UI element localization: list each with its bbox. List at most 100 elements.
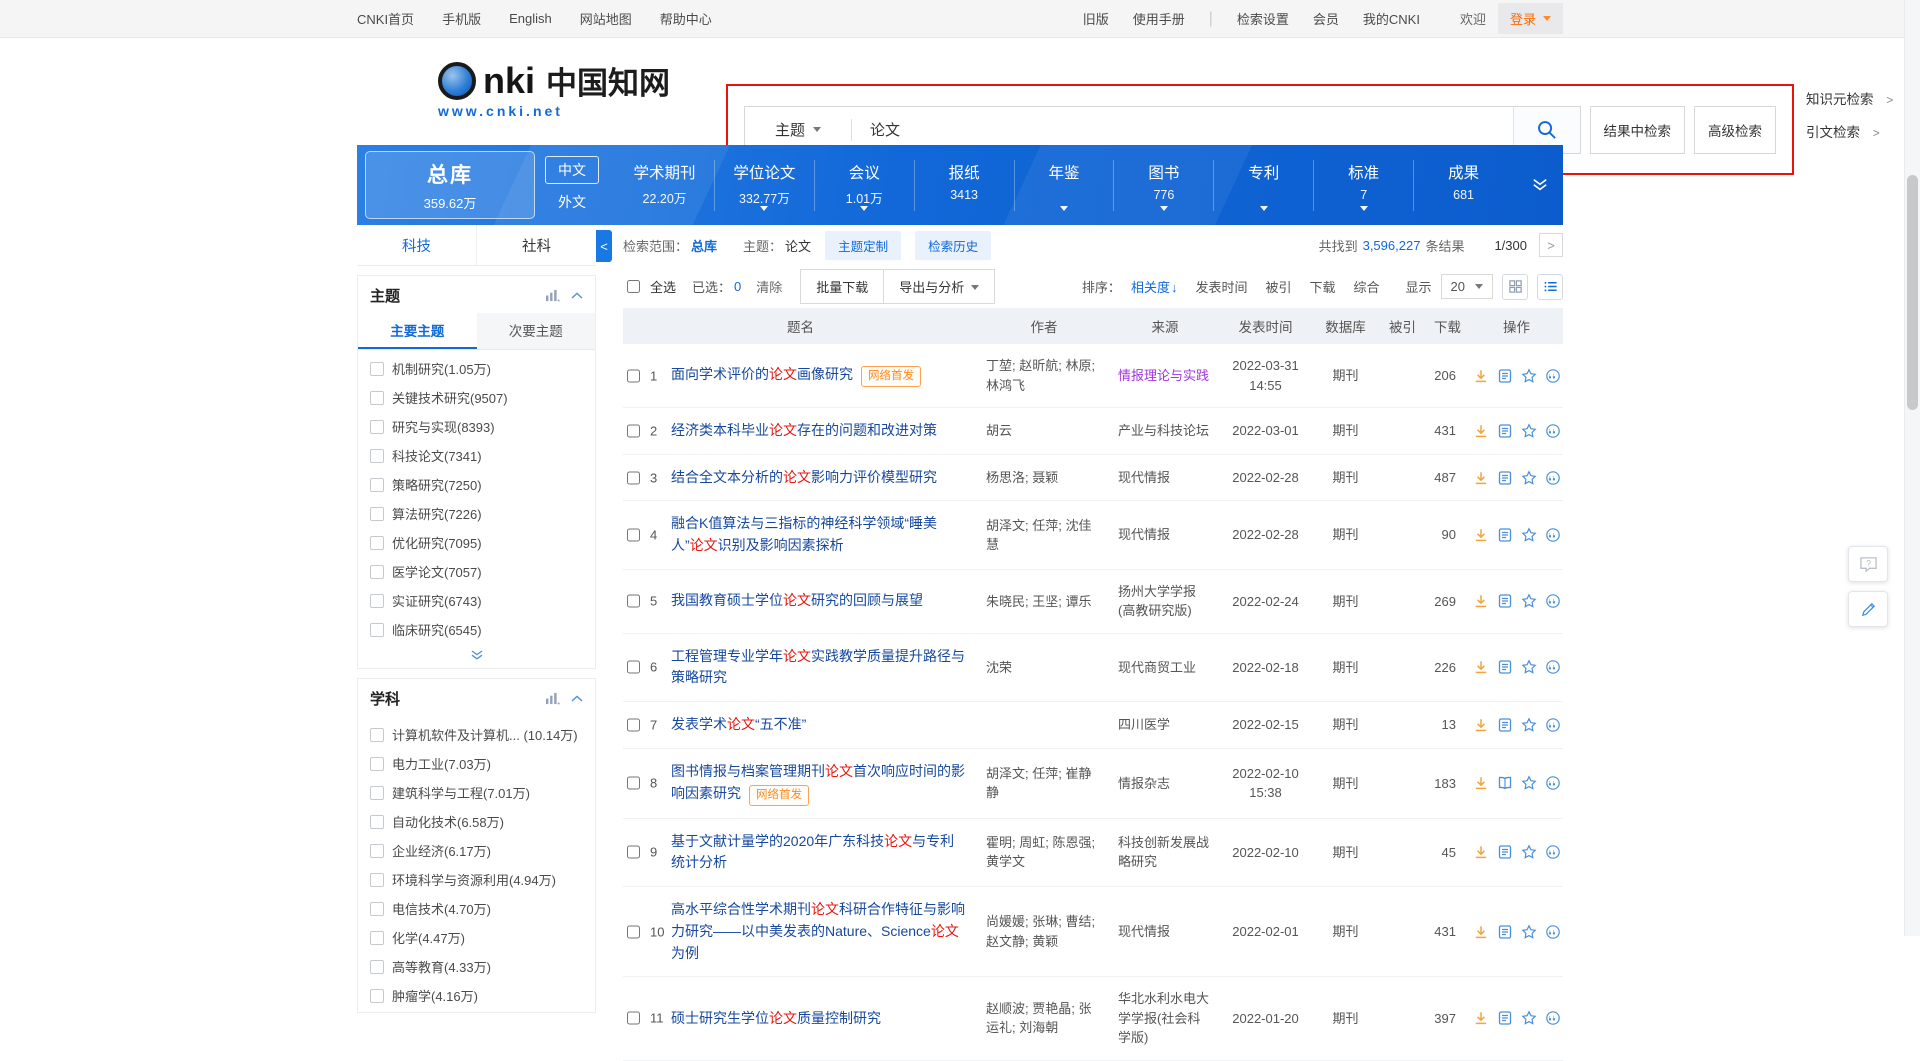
sidebar-collapse-button[interactable]: <	[596, 230, 612, 262]
row-checkbox[interactable]	[627, 424, 640, 437]
source-link[interactable]: 现代情报	[1110, 922, 1220, 942]
row-checkbox[interactable]	[627, 1012, 640, 1025]
read-book-icon[interactable]	[1497, 775, 1513, 791]
read-html-icon[interactable]	[1497, 423, 1513, 439]
checkbox[interactable]	[370, 565, 384, 579]
filter-item[interactable]: 高等教育(4.33万)	[358, 952, 595, 981]
checkbox[interactable]	[370, 728, 384, 742]
sort-option-3[interactable]: 下载	[1309, 277, 1335, 296]
search-in-results-button[interactable]: 结果中检索	[1590, 106, 1686, 154]
source-link[interactable]: 情报理论与实践	[1110, 366, 1220, 386]
bar-chart-icon[interactable]	[545, 289, 560, 302]
authors[interactable]: 尚媛媛; 张琳; 曹结; 赵文静; 黄颖	[978, 912, 1110, 951]
result-title-link[interactable]: 图书情报与档案管理期刊论文首次响应时间的影响因素研究	[671, 763, 965, 801]
result-title-link[interactable]: 基于文献计量学的2020年广东科技论文与专利统计分析	[671, 833, 954, 871]
batch-download-button[interactable]: 批量下载	[800, 269, 884, 304]
filter-item[interactable]: 计算机软件及计算机... (10.14万)	[358, 720, 595, 749]
citation-search-link[interactable]: 引文检索 >	[1806, 121, 1893, 141]
topbar-link-0[interactable]: CNKI首页	[357, 9, 414, 28]
knowledge-element-search-link[interactable]: 知识元检索 >	[1806, 88, 1893, 108]
authors[interactable]: 赵顺波; 贾艳晶; 张运礼; 刘海朝	[978, 999, 1110, 1038]
column-header-source[interactable]: 来源	[1110, 316, 1220, 336]
scrollbar-track[interactable]	[1904, 0, 1920, 936]
authors[interactable]: 胡云	[978, 421, 1110, 441]
sort-option-0[interactable]: 相关度↓	[1131, 277, 1178, 296]
checkbox[interactable]	[370, 989, 384, 1003]
result-title-link[interactable]: 面向学术评价的论文画像研究	[671, 366, 853, 382]
source-link[interactable]: 四川医学	[1110, 715, 1220, 735]
read-html-icon[interactable]	[1497, 1010, 1513, 1026]
filter-item[interactable]: 科技论文(7341)	[358, 441, 595, 470]
authors[interactable]: 丁堃; 赵昕航; 林原; 林鸿飞	[978, 356, 1110, 395]
result-title-link[interactable]: 高水平综合性学术期刊论文科研合作特征与影响力研究——以中美发表的Nature、S…	[671, 901, 965, 960]
row-checkbox[interactable]	[627, 369, 640, 382]
filter-item[interactable]: 自动化技术(6.58万)	[358, 807, 595, 836]
topbar-link-1[interactable]: 手机版	[442, 9, 481, 28]
column-header-downloads[interactable]: 下载	[1425, 316, 1470, 336]
authors[interactable]: 沈荣	[978, 658, 1110, 678]
favorite-icon[interactable]	[1521, 717, 1537, 733]
favorite-icon[interactable]	[1521, 593, 1537, 609]
scope-value-link[interactable]: 总库	[691, 236, 717, 255]
cite-icon[interactable]	[1545, 924, 1561, 940]
nav-category-2[interactable]: 会议1.01万	[814, 160, 914, 211]
login-button[interactable]: 登录	[1498, 3, 1563, 34]
row-checkbox[interactable]	[627, 661, 640, 674]
sort-option-1[interactable]: 发表时间	[1195, 277, 1247, 296]
sort-option-2[interactable]: 被引	[1265, 277, 1291, 296]
feedback-button[interactable]: ?	[1848, 546, 1888, 582]
favorite-icon[interactable]	[1521, 844, 1537, 860]
authors[interactable]: 霍明; 周虹; 陈恩强; 黄学文	[978, 833, 1110, 872]
next-page-button[interactable]: >	[1539, 233, 1563, 257]
checkbox[interactable]	[370, 623, 384, 637]
favorite-icon[interactable]	[1521, 527, 1537, 543]
cite-icon[interactable]	[1545, 593, 1561, 609]
filter-item[interactable]: 医学论文(7057)	[358, 557, 595, 586]
read-html-icon[interactable]	[1497, 924, 1513, 940]
cite-icon[interactable]	[1545, 527, 1561, 543]
sidebar-tab-social[interactable]: 社科	[476, 225, 596, 265]
cite-icon[interactable]	[1545, 368, 1561, 384]
sidebar-tab-scitech[interactable]: 科技	[357, 225, 476, 265]
download-icon[interactable]	[1473, 593, 1489, 609]
lang-tab-chinese[interactable]: 中文	[545, 156, 599, 184]
read-html-icon[interactable]	[1497, 527, 1513, 543]
row-checkbox[interactable]	[627, 529, 640, 542]
filter-item[interactable]: 肿瘤学(4.16万)	[358, 981, 595, 1010]
select-all[interactable]: 全选	[623, 277, 676, 296]
row-checkbox[interactable]	[627, 471, 640, 484]
export-analyze-button[interactable]: 导出与分析	[884, 269, 995, 304]
grid-view-button[interactable]	[1502, 274, 1528, 300]
checkbox[interactable]	[370, 478, 384, 492]
download-icon[interactable]	[1473, 368, 1489, 384]
checkbox[interactable]	[370, 507, 384, 521]
cite-icon[interactable]	[1545, 717, 1561, 733]
cite-icon[interactable]	[1545, 1010, 1561, 1026]
lang-tab-foreign[interactable]: 外文	[546, 189, 598, 215]
authors[interactable]: 杨思洛; 聂颖	[978, 468, 1110, 488]
filter-item[interactable]: 化学(4.47万)	[358, 923, 595, 952]
source-link[interactable]: 科技创新发展战略研究	[1110, 833, 1220, 872]
favorite-icon[interactable]	[1521, 924, 1537, 940]
column-header-date[interactable]: 发表时间	[1220, 316, 1311, 336]
column-header-database[interactable]: 数据库	[1311, 316, 1380, 336]
download-icon[interactable]	[1473, 470, 1489, 486]
checkbox[interactable]	[370, 362, 384, 376]
favorite-icon[interactable]	[1521, 423, 1537, 439]
read-html-icon[interactable]	[1497, 844, 1513, 860]
cite-icon[interactable]	[1545, 470, 1561, 486]
nav-category-8[interactable]: 成果681	[1413, 160, 1513, 211]
favorite-icon[interactable]	[1521, 1010, 1537, 1026]
page-size-select[interactable]: 20	[1441, 274, 1493, 299]
result-title-link[interactable]: 融合K值算法与三指标的神经科学领域“睡美人”论文识别及影响因素探析	[671, 515, 937, 553]
filter-item[interactable]: 研究与实现(8393)	[358, 412, 595, 441]
read-html-icon[interactable]	[1497, 659, 1513, 675]
download-icon[interactable]	[1473, 659, 1489, 675]
filter-item[interactable]: 实证研究(6743)	[358, 586, 595, 615]
edit-button[interactable]	[1848, 591, 1888, 627]
column-header-cited[interactable]: 被引	[1380, 316, 1425, 336]
nav-category-5[interactable]: 图书776	[1113, 160, 1213, 211]
nav-category-1[interactable]: 学位论文332.77万	[714, 160, 814, 211]
authors[interactable]: 胡泽文; 任萍; 崔静静	[978, 764, 1110, 803]
topbar-link-3[interactable]: 网站地图	[580, 9, 632, 28]
